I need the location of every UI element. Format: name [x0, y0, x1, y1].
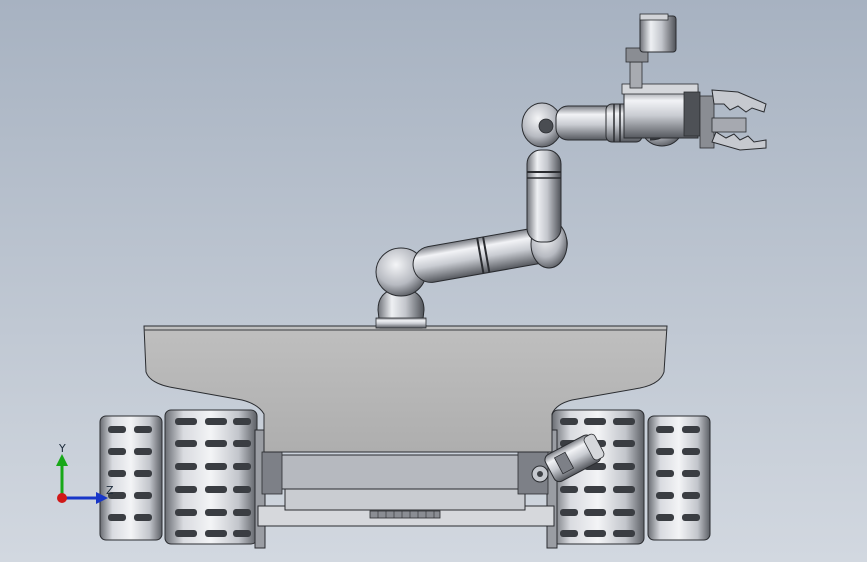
forearm-link[interactable] [526, 149, 562, 243]
camera-mount[interactable] [625, 13, 677, 89]
gripper-upper-finger[interactable] [711, 89, 767, 113]
y-axis-label: Y [58, 442, 66, 455]
z-axis-arrow [62, 492, 108, 504]
right-outer-wheel[interactable] [647, 415, 711, 541]
coordinate-triad: Y Z [56, 442, 114, 504]
left-inner-wheel[interactable] [164, 409, 258, 545]
gripper-lower-finger[interactable] [711, 131, 767, 151]
cad-viewport[interactable]: Y Z [0, 0, 867, 562]
gripper[interactable] [621, 83, 767, 151]
robot-arm[interactable] [375, 13, 767, 329]
robot-model-scene[interactable] [0, 0, 867, 562]
x-axis-dot [57, 493, 67, 503]
z-axis-label: Z [106, 484, 114, 497]
y-axis-arrow [56, 454, 68, 498]
